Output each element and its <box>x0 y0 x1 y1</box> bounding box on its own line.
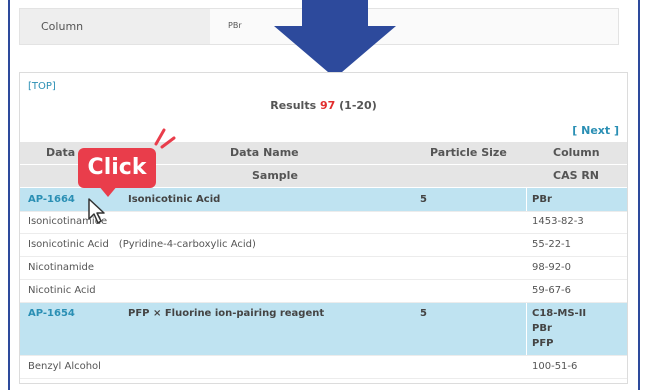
table-row[interactable]: AP-1654 PFP × Fluorine ion-pairing reage… <box>20 303 627 356</box>
table-row: Isonicotinic Acid (Pyridine-4-carboxylic… <box>20 234 627 257</box>
header-data-no: Data <box>46 146 76 159</box>
results-panel: [TOP] Results 97 (1-20) [ Next ] Data Da… <box>19 72 628 384</box>
column-value: PBr <box>532 323 552 334</box>
cas-number: 98-92-0 <box>532 262 572 273</box>
column-value: C18-MS-II <box>532 308 587 319</box>
cas-number: 100-51-6 <box>532 361 578 372</box>
table-row: Nicotinic Acid 59-67-6 <box>20 280 627 303</box>
table-row: Nicotinamide 98-92-0 <box>20 257 627 280</box>
top-link[interactable]: [TOP] <box>28 81 56 92</box>
sample-name: Nicotinic Acid <box>28 285 96 296</box>
results-count: 97 <box>319 99 336 112</box>
down-arrow-icon <box>274 0 396 78</box>
column-filter-value: PBr <box>228 21 242 30</box>
next-page-link[interactable]: [ Next ] <box>572 124 619 137</box>
hand-pointer-icon <box>88 198 105 224</box>
header-sample: Sample <box>252 169 298 182</box>
header-data-name: Data Name <box>230 146 299 159</box>
data-code-link[interactable]: AP-1654 <box>28 308 75 319</box>
data-code-link[interactable]: AP-1664 <box>28 188 75 211</box>
particle-size: 5 <box>420 194 427 205</box>
data-name: Isonicotinic Acid <box>128 194 221 205</box>
emphasis-burst-icon <box>154 128 176 149</box>
cas-number: 1453-82-3 <box>532 216 584 227</box>
click-callout-tail <box>98 185 118 197</box>
click-callout-label: Click <box>87 155 147 180</box>
header-particle-size: Particle Size <box>430 146 507 159</box>
table-row: Isonicotinamide 1453-82-3 <box>20 211 627 234</box>
column-divider <box>526 303 527 355</box>
header-column: Column <box>553 146 600 159</box>
sample-name: Benzyl Alcohol <box>28 361 101 372</box>
particle-size: 5 <box>420 308 427 319</box>
sample-name: Nicotinamide <box>28 262 95 273</box>
sample-name: Isonicotinic Acid (Pyridine-4-carboxylic… <box>28 239 256 250</box>
column-filter-label: Column <box>20 9 210 44</box>
cas-number: 55-22-1 <box>532 239 572 250</box>
column-value: PBr <box>532 194 552 205</box>
column-value: PFP <box>532 338 554 349</box>
click-callout: Click <box>78 148 156 188</box>
column-divider <box>526 188 527 211</box>
results-summary: Results 97 (1-20) <box>20 99 627 112</box>
cas-number: 59-67-6 <box>532 285 572 296</box>
data-name: PFP × Fluorine ion-pairing reagent <box>128 308 325 319</box>
results-label: Results <box>270 99 317 112</box>
header-cas-rn: CAS RN <box>553 169 600 182</box>
results-range: (1-20) <box>339 99 377 112</box>
